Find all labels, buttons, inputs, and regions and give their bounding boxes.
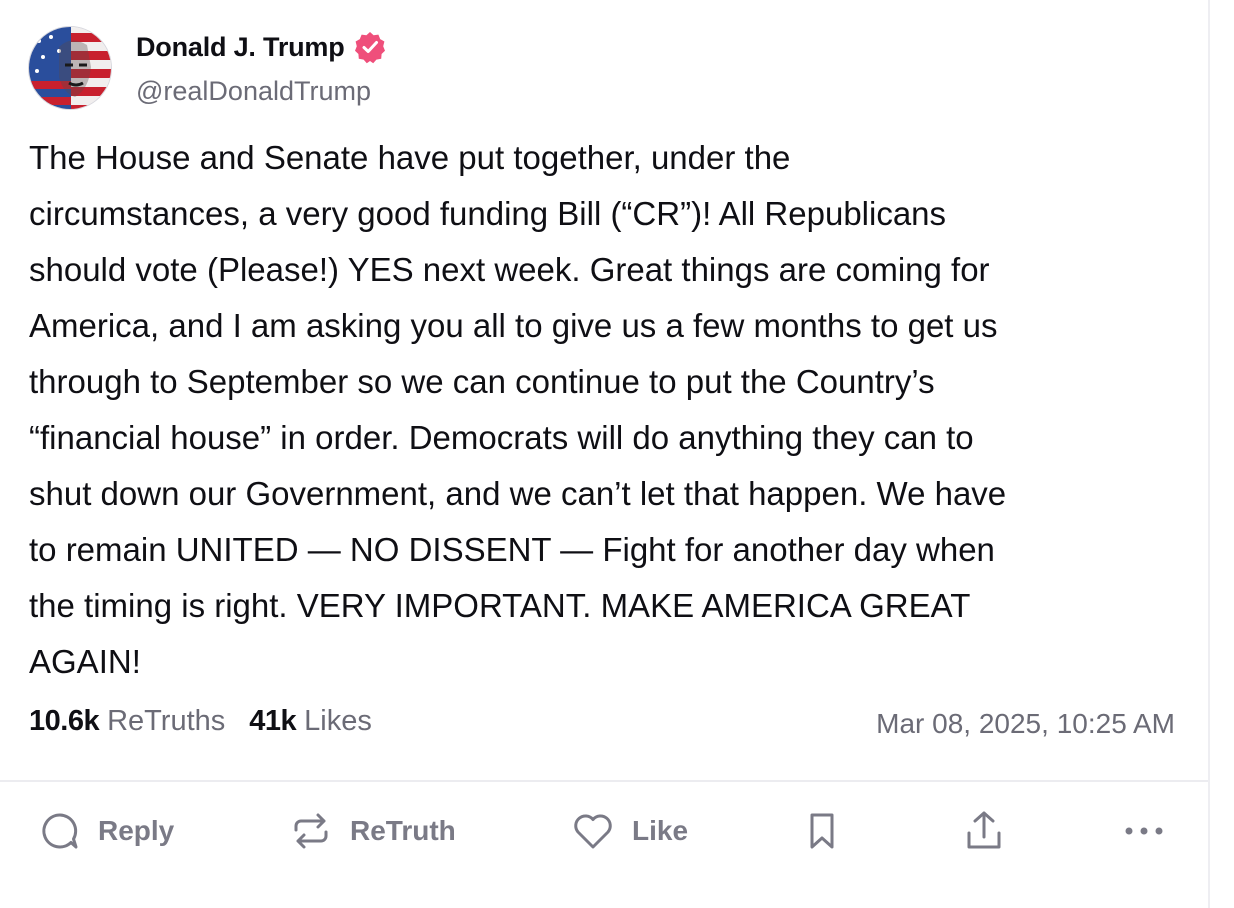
post-stats: 10.6k ReTruths 41k Likes — [29, 705, 372, 738]
retruths-count: 10.6k — [29, 705, 100, 737]
likes-count: 41k — [249, 705, 297, 737]
avatar[interactable] — [28, 26, 112, 110]
bookmark-button[interactable] — [804, 808, 840, 854]
like-label: Like — [632, 815, 689, 846]
reply-label: Reply — [98, 815, 175, 846]
post-body: The House and Senate have put together, … — [29, 130, 1189, 690]
post-line: The House and Senate have put together, … — [29, 139, 791, 176]
author-handle[interactable]: @realDonaldTrump — [136, 76, 371, 107]
author-name-row: Donald J. Trump — [136, 30, 387, 64]
post-line: should vote (Please!) YES next week. Gre… — [29, 251, 990, 288]
post-timestamp: Mar 08, 2025, 10:25 AM — [876, 708, 1175, 739]
post-line: AGAIN! — [29, 643, 141, 680]
divider — [0, 780, 1208, 782]
share-button[interactable] — [964, 808, 1004, 854]
like-icon — [574, 814, 612, 849]
bookmark-icon — [810, 813, 834, 849]
reply-icon — [42, 813, 78, 849]
post-line: “financial house” in order. Democrats wi… — [29, 419, 974, 456]
share-icon — [967, 811, 1001, 849]
post-line: the timing is right. VERY IMPORTANT. MAK… — [29, 587, 971, 624]
post-line: circumstances, a very good funding Bill … — [29, 195, 947, 232]
post-line: America, and I am asking you all to give… — [29, 307, 998, 344]
post-card: Donald J. Trump @realDonaldTrump The Hou… — [0, 0, 1208, 908]
more-options-button[interactable] — [1124, 808, 1164, 854]
right-border — [1208, 0, 1210, 908]
more-icon — [1125, 827, 1163, 835]
retruths-stat[interactable]: 10.6k ReTruths — [29, 705, 225, 738]
likes-label: Likes — [304, 705, 372, 737]
retruth-label: ReTruth — [350, 815, 456, 846]
retruth-button[interactable]: ReTruth — [290, 808, 456, 854]
post-line: through to September so we can continue … — [29, 363, 935, 400]
post-line: shut down our Government, and we can’t l… — [29, 475, 1007, 512]
retruths-label: ReTruths — [107, 705, 226, 737]
verified-badge-icon — [354, 32, 385, 64]
reply-button[interactable]: Reply — [40, 808, 174, 854]
post-line: to remain UNITED — NO DISSENT — Fight fo… — [29, 531, 995, 568]
like-button[interactable]: Like — [572, 808, 688, 854]
retruth-icon — [294, 813, 328, 849]
likes-stat[interactable]: 41k Likes — [249, 705, 372, 738]
avatar-image — [29, 27, 111, 109]
author-display-name[interactable]: Donald J. Trump — [136, 32, 345, 63]
